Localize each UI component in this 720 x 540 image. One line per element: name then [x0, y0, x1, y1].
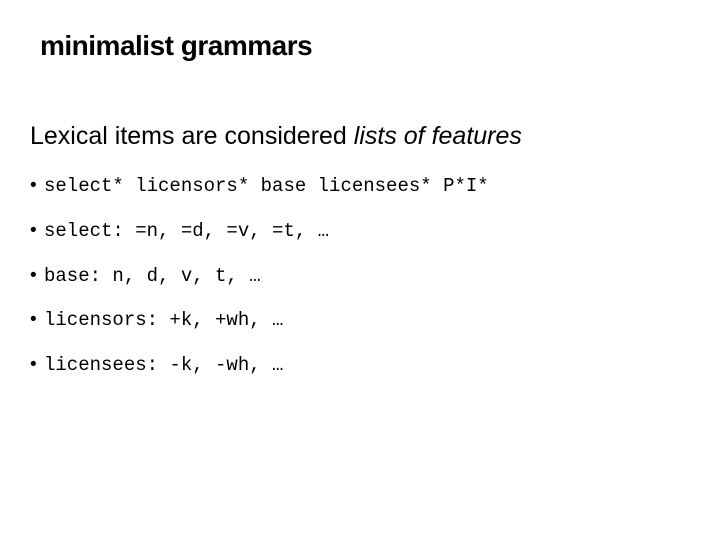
list-item: base: n, d, v, t, …: [30, 265, 690, 288]
list-item: select: =n, =d, =v, =t, …: [30, 220, 690, 243]
list-item: licensees: -k, -wh, …: [30, 354, 690, 377]
bullet-list: select* licensors* base licensees* P*I* …: [30, 175, 690, 377]
intro-line: Lexical items are considered lists of fe…: [30, 122, 690, 151]
slide-title: minimalist grammars: [40, 30, 690, 62]
intro-text-italic: lists of features: [354, 122, 522, 150]
intro-text-plain: Lexical items are considered: [30, 122, 354, 150]
list-item: select* licensors* base licensees* P*I*: [30, 175, 690, 198]
list-item: licensors: +k, +wh, …: [30, 309, 690, 332]
slide: minimalist grammars Lexical items are co…: [0, 0, 720, 540]
